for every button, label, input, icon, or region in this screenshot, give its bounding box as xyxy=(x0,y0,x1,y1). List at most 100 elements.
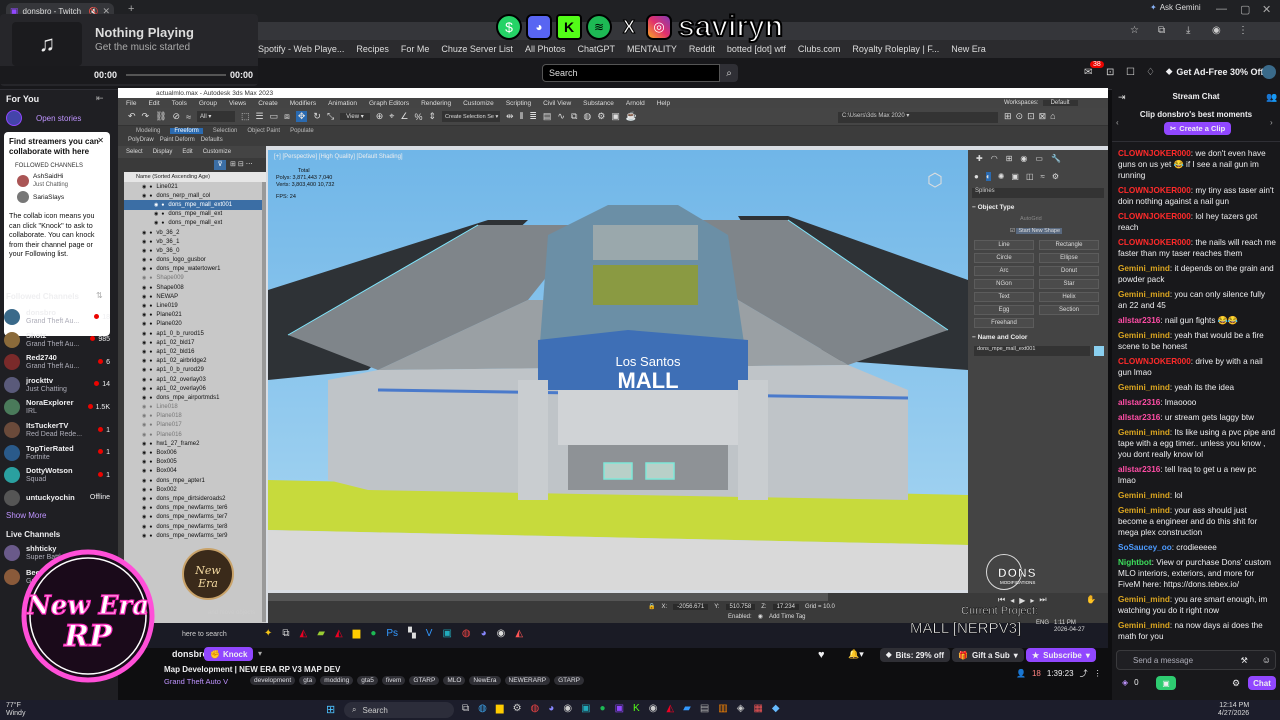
freeze-icon[interactable]: ● xyxy=(149,514,152,520)
stream-tag[interactable]: GTARP xyxy=(409,676,440,685)
shape-create-button[interactable]: Rectangle xyxy=(1039,240,1099,250)
visibility-eye-icon[interactable]: ◉ xyxy=(142,478,146,484)
rewards-icon[interactable]: ▣ xyxy=(1156,676,1176,690)
freeze-icon[interactable]: ● xyxy=(149,441,152,447)
undo-icon[interactable]: ↶ xyxy=(128,111,136,122)
shape-create-button[interactable]: Donut xyxy=(1039,266,1099,276)
render-setup-icon[interactable]: ⚙ xyxy=(597,111,605,122)
select-by-name-icon[interactable]: ☰ xyxy=(256,111,264,122)
freeze-icon[interactable]: ● xyxy=(161,220,164,226)
media-seek-bar[interactable] xyxy=(126,74,226,76)
visibility-eye-icon[interactable]: ◉ xyxy=(142,312,146,318)
freeze-icon[interactable]: ● xyxy=(161,202,164,208)
visibility-eye-icon[interactable]: ◉ xyxy=(142,505,146,511)
freeze-icon[interactable]: ● xyxy=(149,377,152,383)
named-selection-dropdown[interactable]: Create Selection Se ▾ xyxy=(442,111,501,122)
stream-tag[interactable]: GTARP xyxy=(554,676,585,685)
download-icon[interactable]: ⤓ xyxy=(1186,25,1190,36)
collab-channel[interactable]: AshSaidHi Just Chatting xyxy=(17,173,105,189)
bits-button[interactable]: ⬥ Bits: 29% off xyxy=(880,648,951,662)
scene-tree-item[interactable]: ◉ ● ap1_0_b_rurod15 xyxy=(124,329,266,338)
bookmark-star-icon[interactable]: ☆ xyxy=(1130,25,1139,36)
scene-tree-item[interactable]: ◉ ● dons_nerp_mall_col xyxy=(124,191,266,200)
collapse-sidebar-icon[interactable]: ⇤ xyxy=(96,93,104,104)
shape-create-button[interactable]: Circle xyxy=(974,253,1034,263)
followed-channel-item[interactable]: Shotz Grand Theft Au... 985 xyxy=(0,329,118,351)
create-clip-button[interactable]: ✂ Create a Clip xyxy=(1164,122,1232,135)
gift-sub-button[interactable]: 🎁 Gift a Sub ▾ xyxy=(952,648,1024,662)
create-tab-icon[interactable]: ✚ xyxy=(976,154,983,163)
freeze-icon[interactable]: ● xyxy=(149,275,152,281)
visibility-eye-icon[interactable]: ◉ xyxy=(142,321,146,327)
coord-z[interactable]: 17.234 xyxy=(772,603,799,610)
max-menu-item[interactable]: Create xyxy=(258,100,278,107)
settings-icon[interactable]: ⚙ xyxy=(513,703,522,714)
chat-users-icon[interactable]: 👥 xyxy=(1266,92,1277,103)
scene-tree-item[interactable]: ◉ ● dons_mpe_newfarms_ter9 xyxy=(124,531,266,540)
stream-tag[interactable]: gta5 xyxy=(357,676,378,685)
ribbon-tab[interactable]: Populate xyxy=(290,128,314,134)
freeze-icon[interactable]: ● xyxy=(149,193,152,199)
visibility-eye-icon[interactable]: ◉ xyxy=(142,358,146,364)
chat-username[interactable]: Gemini_mind xyxy=(1118,506,1170,515)
search-icon[interactable]: ⌕ xyxy=(720,64,738,82)
snap-icon[interactable]: ⌖ xyxy=(389,111,394,122)
visibility-eye-icon[interactable]: ◉ xyxy=(142,377,146,383)
freeze-icon[interactable]: ● xyxy=(149,395,152,401)
unlink-icon[interactable]: ⊘ xyxy=(173,111,181,122)
freeze-icon[interactable]: ● xyxy=(149,239,152,245)
max-menu-item[interactable]: File xyxy=(126,100,136,107)
chat-username[interactable]: allstar2316 xyxy=(1118,316,1160,325)
visibility-eye-icon[interactable]: ◉ xyxy=(142,450,146,456)
scene-tree-item[interactable]: ◉ ● Box002 xyxy=(124,485,266,494)
max-menu-item[interactable]: Customize xyxy=(463,100,494,107)
autogrid-checkbox[interactable]: AutoGrid xyxy=(1020,216,1042,222)
followed-channel-item[interactable]: Red2740 Grand Theft Au... 6 xyxy=(0,351,118,373)
systems-icon[interactable]: ⚙ xyxy=(1052,172,1059,181)
redo-icon[interactable]: ↷ xyxy=(142,111,150,122)
object-color-swatch[interactable] xyxy=(1094,346,1104,356)
spinner-snap-icon[interactable]: ⇕ xyxy=(428,111,436,122)
inbox-icon[interactable]: ⊡ xyxy=(1106,67,1114,78)
scene-tree-item[interactable]: ◉ ● dons_mpe_dirtsideroads2 xyxy=(124,494,266,503)
freeze-icon[interactable]: ● xyxy=(149,303,152,309)
notification-bell-icon[interactable]: 🔔▾ xyxy=(848,649,864,660)
scene-tree-item[interactable]: ◉ ● Line019 xyxy=(124,301,266,310)
max-menu-item[interactable]: Civil View xyxy=(543,100,571,107)
app-icon[interactable]: ◈ xyxy=(737,703,745,714)
freeze-icon[interactable]: ● xyxy=(149,248,152,254)
goto-start-icon[interactable]: ⏮ xyxy=(998,595,1005,605)
steam-icon[interactable]: ◉ xyxy=(563,703,572,714)
scene-tree-item[interactable]: ◉ ● Plane021 xyxy=(124,311,266,320)
freeze-icon[interactable]: ● xyxy=(149,505,152,511)
discord-icon[interactable]: ◕ xyxy=(548,703,554,714)
goto-end-icon[interactable]: ⏭ xyxy=(1039,595,1046,605)
open-stories-link[interactable]: Open stories xyxy=(6,110,81,126)
max-menu-item[interactable]: Scripting xyxy=(506,100,531,107)
coord-x[interactable]: -2056.671 xyxy=(673,603,709,610)
shape-create-button[interactable]: Freehand xyxy=(974,318,1034,328)
visibility-eye-icon[interactable]: ◉ xyxy=(142,294,146,300)
channel-name[interactable]: donsbro xyxy=(172,649,208,659)
project-path-dropdown[interactable]: C:\Users\3ds Max 2020 ▾ xyxy=(838,112,998,123)
scene-tree-item[interactable]: ◉ ● vb_36_1 xyxy=(124,237,266,246)
freeze-icon[interactable]: ● xyxy=(149,524,152,530)
twitch-search-input[interactable]: Search xyxy=(542,64,720,82)
app-icon[interactable]: ▤ xyxy=(700,703,709,714)
visibility-eye-icon[interactable]: ◉ xyxy=(142,432,146,438)
freeze-icon[interactable]: ● xyxy=(149,432,152,438)
freeze-icon[interactable]: ● xyxy=(149,496,152,502)
taskbar-search[interactable]: ⌕ Search xyxy=(344,702,454,718)
app-icon[interactable]: ▣ xyxy=(581,703,590,714)
scene-tree-item[interactable]: ◉ ● Box005 xyxy=(124,458,266,467)
stream-tag[interactable]: MLO xyxy=(443,676,466,685)
shape-create-button[interactable]: Section xyxy=(1039,305,1099,315)
app-icon[interactable]: ▦ xyxy=(753,703,762,714)
freeze-icon[interactable]: ● xyxy=(149,331,152,337)
chat-username[interactable]: Gemini_mind xyxy=(1118,383,1170,392)
visibility-eye-icon[interactable]: ◉ xyxy=(142,257,146,263)
stream-tag[interactable]: NewEra xyxy=(469,676,501,685)
taskview-icon[interactable]: ⧉ xyxy=(462,703,469,714)
freeze-icon[interactable]: ● xyxy=(149,468,152,474)
weather-widget[interactable]: 77°F Windy xyxy=(6,702,25,718)
